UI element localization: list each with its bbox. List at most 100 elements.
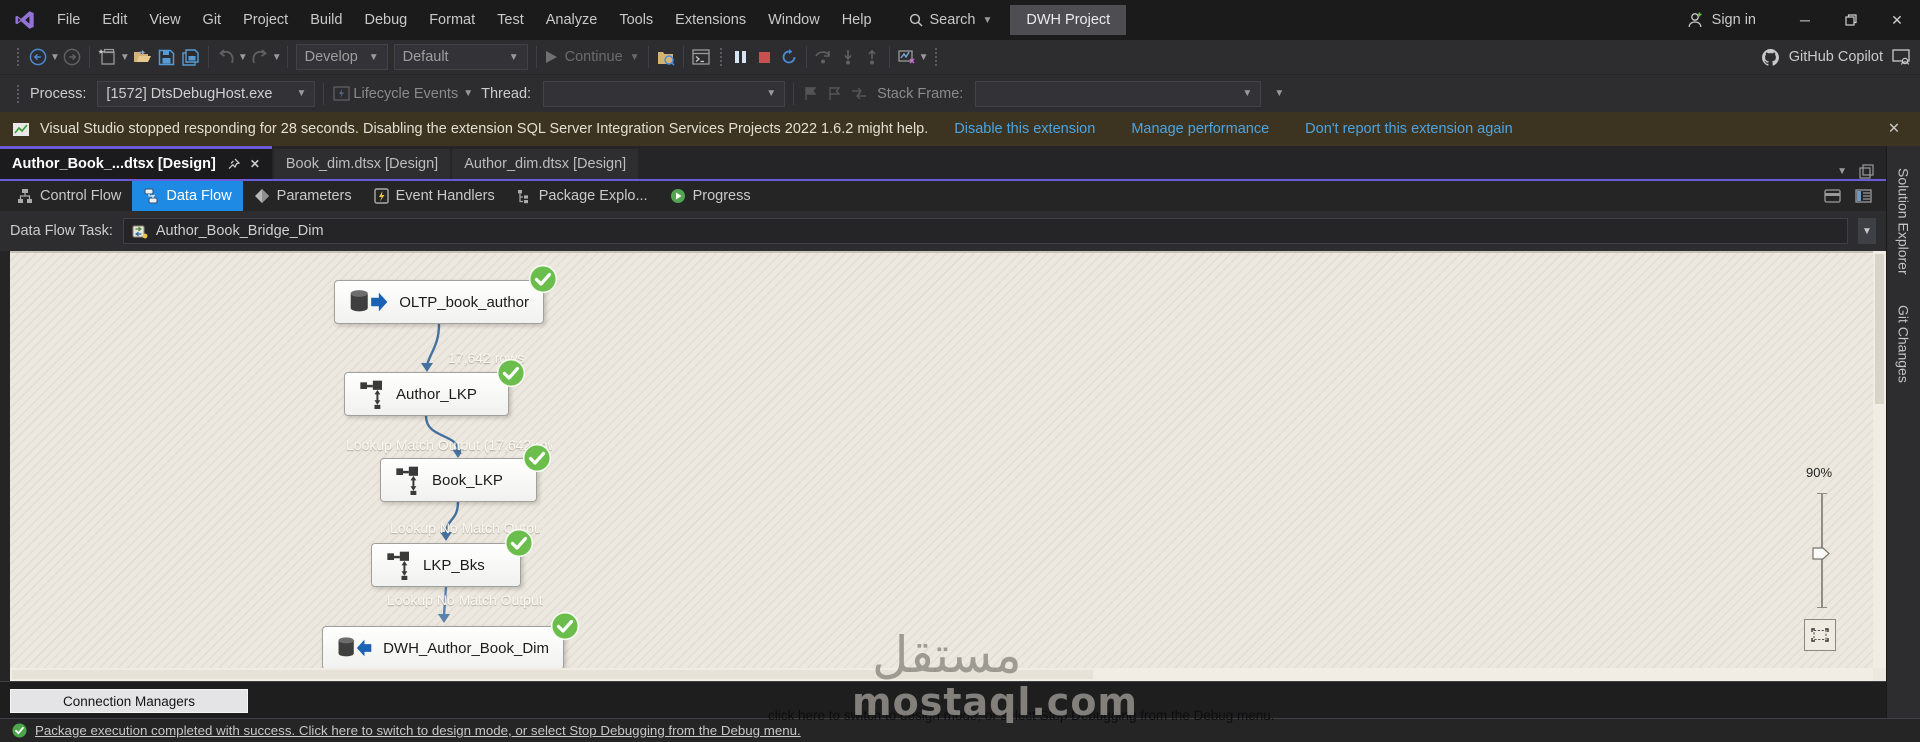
tab-data-flow[interactable]: Data Flow bbox=[132, 181, 243, 211]
menu-build[interactable]: Build bbox=[299, 12, 353, 28]
diagnostics-caret-icon[interactable]: ▼ bbox=[919, 52, 929, 63]
save-all-button[interactable] bbox=[179, 44, 203, 70]
zoom-to-fit-button[interactable] bbox=[1804, 619, 1836, 651]
node-book-lkp[interactable]: Book_LKP bbox=[380, 458, 537, 502]
stop-debugging-button[interactable] bbox=[753, 44, 777, 70]
node-dwh-author-book-dim[interactable]: DWH_Author_Book_Dim bbox=[322, 626, 564, 668]
close-window-button[interactable]: ✕ bbox=[1874, 0, 1920, 40]
tab-solution-explorer[interactable]: Solution Explorer bbox=[1896, 168, 1912, 275]
lifecycle-events-button[interactable] bbox=[329, 81, 353, 107]
tab-parameters[interactable]: Parameters bbox=[243, 181, 363, 211]
flag-threads-button[interactable] bbox=[799, 81, 823, 107]
menu-test[interactable]: Test bbox=[486, 12, 535, 28]
restart-button[interactable] bbox=[777, 44, 801, 70]
menu-debug[interactable]: Debug bbox=[353, 12, 418, 28]
menu-format[interactable]: Format bbox=[418, 12, 486, 28]
flag-custom-button[interactable] bbox=[823, 81, 847, 107]
menu-file[interactable]: File bbox=[46, 12, 91, 28]
menu-tools[interactable]: Tools bbox=[608, 12, 664, 28]
copilot-label[interactable]: GitHub Copilot bbox=[1789, 49, 1883, 65]
diagnostics-button[interactable] bbox=[895, 44, 919, 70]
feedback-icon[interactable] bbox=[1892, 49, 1910, 65]
toolbar-grip[interactable] bbox=[17, 48, 19, 66]
execution-status-link[interactable]: Package execution completed with success… bbox=[35, 723, 801, 738]
scrollbar-thumb[interactable] bbox=[1875, 254, 1884, 404]
menu-extensions[interactable]: Extensions bbox=[664, 12, 757, 28]
manage-performance-link[interactable]: Manage performance bbox=[1131, 121, 1269, 137]
step-out-button[interactable] bbox=[860, 44, 884, 70]
toolbar-grip[interactable] bbox=[17, 84, 19, 103]
dont-report-link[interactable]: Don't report this extension again bbox=[1305, 121, 1513, 137]
tab-progress[interactable]: Progress bbox=[659, 181, 762, 211]
menu-git[interactable]: Git bbox=[192, 12, 233, 28]
configuration-dropdown[interactable]: Develop ▼ bbox=[295, 44, 388, 70]
tab-book-dim[interactable]: Book_dim.dtsx [Design] bbox=[273, 149, 451, 179]
menu-project[interactable]: Project bbox=[232, 12, 299, 28]
node-lkp-bks[interactable]: LKP_Bks bbox=[371, 543, 521, 587]
tab-control-flow[interactable]: Control Flow bbox=[6, 181, 132, 211]
open-file-button[interactable] bbox=[130, 44, 155, 70]
toolbar-overflow-icon[interactable]: ▼ bbox=[1274, 88, 1284, 99]
process-dropdown[interactable]: [1572] DtsDebugHost.exe ▼ bbox=[97, 80, 316, 107]
stack-frame-dropdown[interactable]: ▼ bbox=[975, 80, 1262, 107]
new-item-caret-icon[interactable]: ▼ bbox=[120, 52, 130, 63]
scrollbar-thumb[interactable] bbox=[12, 670, 1093, 679]
tab-list-dropdown-icon[interactable]: ▼ bbox=[1837, 166, 1847, 177]
tab-package-explorer[interactable]: Package Explo... bbox=[506, 181, 659, 211]
undo-button[interactable] bbox=[214, 44, 238, 70]
pause-button[interactable] bbox=[729, 44, 753, 70]
menu-edit[interactable]: Edit bbox=[91, 12, 138, 28]
zoom-tick bbox=[1817, 607, 1827, 608]
menu-analyze[interactable]: Analyze bbox=[535, 12, 609, 28]
grid-columns-icon[interactable] bbox=[1855, 189, 1872, 203]
save-button[interactable] bbox=[155, 44, 179, 70]
redo-caret-icon[interactable]: ▼ bbox=[272, 52, 282, 63]
menu-window[interactable]: Window bbox=[757, 12, 831, 28]
toolbar-grip[interactable] bbox=[719, 48, 722, 66]
step-over-button[interactable] bbox=[812, 44, 836, 70]
undo-caret-icon[interactable]: ▼ bbox=[238, 52, 248, 63]
tab-git-changes[interactable]: Git Changes bbox=[1896, 305, 1912, 383]
horizontal-scrollbar[interactable] bbox=[10, 668, 1873, 681]
immediate-window-button[interactable] bbox=[689, 44, 713, 70]
data-flow-task-dropdown[interactable]: Author_Book_Bridge_Dim bbox=[122, 218, 1848, 244]
thread-dropdown[interactable]: ▼ bbox=[543, 80, 786, 107]
data-flow-canvas[interactable]: 17,642 rows Lookup Match Output (17,642 … bbox=[10, 251, 1873, 668]
navigate-forward-button[interactable] bbox=[60, 44, 84, 70]
step-into-button[interactable] bbox=[836, 44, 860, 70]
project-badge[interactable]: DWH Project bbox=[1010, 5, 1127, 35]
continue-button[interactable]: Continue ▼ bbox=[542, 44, 643, 70]
close-notification-icon[interactable]: ✕ bbox=[1880, 121, 1908, 137]
platform-dropdown[interactable]: Default ▼ bbox=[393, 44, 528, 70]
minimize-button[interactable]: ─ bbox=[1782, 0, 1828, 40]
restore-button[interactable] bbox=[1828, 0, 1874, 40]
node-oltp-book-author[interactable]: OLTP_book_author bbox=[334, 280, 544, 324]
menu-view[interactable]: View bbox=[138, 12, 191, 28]
data-flow-icon bbox=[144, 188, 158, 204]
task-dropdown-caret[interactable]: ▼ bbox=[1858, 218, 1876, 244]
menu-help[interactable]: Help bbox=[831, 12, 883, 28]
toolbar-grip[interactable] bbox=[935, 48, 938, 66]
navigate-back-button[interactable] bbox=[26, 44, 50, 70]
show-flagged-only-button[interactable] bbox=[847, 81, 871, 107]
new-project-button[interactable] bbox=[95, 44, 120, 70]
lifecycle-events-label[interactable]: Lifecycle Events bbox=[353, 86, 458, 102]
package-parts-button[interactable] bbox=[654, 44, 678, 70]
tab-author-dim[interactable]: Author_dim.dtsx [Design] bbox=[452, 149, 639, 179]
pin-icon[interactable] bbox=[228, 158, 240, 170]
tab-author-book-bridge[interactable]: Author_Book_...dtsx [Design] ✕ bbox=[0, 146, 272, 179]
vertical-scrollbar[interactable] bbox=[1873, 251, 1886, 668]
tab-event-handlers[interactable]: Event Handlers bbox=[363, 181, 506, 211]
redo-button[interactable] bbox=[248, 44, 272, 70]
zoom-slider-thumb[interactable] bbox=[1812, 547, 1830, 560]
disable-extension-link[interactable]: Disable this extension bbox=[954, 121, 1095, 137]
node-author-lkp[interactable]: Author_LKP bbox=[344, 372, 509, 416]
connection-managers-tab[interactable]: Connection Managers bbox=[10, 689, 248, 713]
sign-in-button[interactable]: Sign in bbox=[1686, 11, 1756, 29]
float-window-icon[interactable] bbox=[1859, 164, 1874, 179]
close-tab-icon[interactable]: ✕ bbox=[250, 157, 260, 171]
search-box[interactable]: Search ▼ bbox=[909, 12, 992, 28]
back-history-caret-icon[interactable]: ▼ bbox=[50, 52, 60, 63]
card-icon[interactable] bbox=[1824, 189, 1841, 203]
lifecycle-caret-icon[interactable]: ▼ bbox=[463, 88, 473, 99]
